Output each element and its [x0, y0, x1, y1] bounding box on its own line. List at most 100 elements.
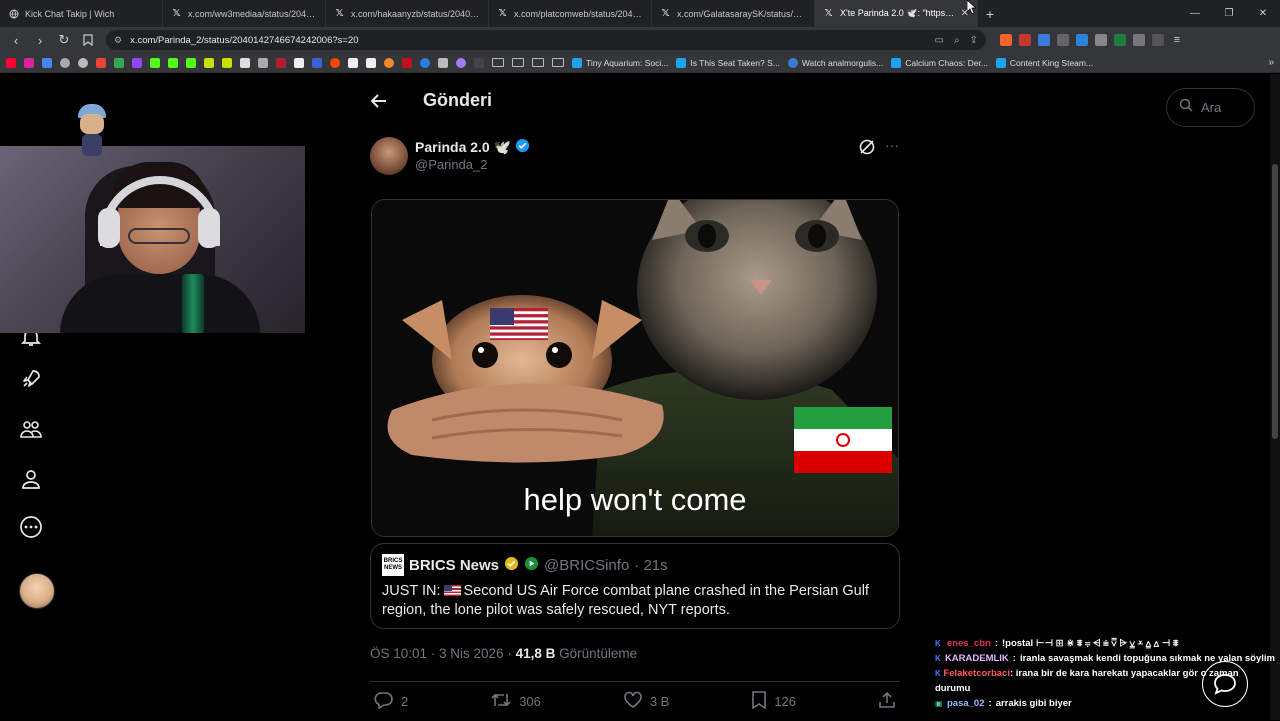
browser-tab[interactable]: 𝕏 x.com/platcomweb/status/20404000: [489, 0, 652, 27]
brave-shield-icon[interactable]: [1000, 34, 1012, 46]
bookmark-star-icon[interactable]: [78, 30, 98, 50]
post-timestamp[interactable]: ÖS 10:01 · 3 Nis 2026 ·: [370, 646, 512, 661]
webcam-overlay: [0, 146, 305, 333]
chat-bubble-icon[interactable]: [1202, 661, 1248, 707]
bookmark-site-icon[interactable]: [42, 57, 52, 68]
scrollbar[interactable]: [1270, 74, 1280, 720]
menu-icon[interactable]: ≡: [1171, 34, 1183, 46]
search-icon: [1179, 98, 1193, 117]
folder-icon[interactable]: [532, 58, 544, 67]
like-button[interactable]: 3 B: [623, 691, 669, 712]
mascot-face: [80, 114, 104, 134]
bookmark-item[interactable]: Calcium Chaos: Der...: [891, 57, 988, 68]
gmail-icon[interactable]: [96, 57, 106, 68]
x-logo-icon: 𝕏: [661, 8, 670, 19]
extension-icon[interactable]: [1095, 34, 1107, 46]
back-arrow-icon[interactable]: [368, 90, 390, 112]
twitch-icon[interactable]: [132, 57, 142, 68]
search-input[interactable]: Ara: [1166, 88, 1255, 127]
kick-icon[interactable]: [186, 57, 196, 68]
bookmark-site-icon[interactable]: [258, 57, 268, 68]
drive-icon[interactable]: [114, 57, 124, 68]
reload-icon[interactable]: ↻: [54, 30, 74, 50]
account-avatar[interactable]: [19, 573, 55, 609]
youtube-icon[interactable]: [6, 57, 16, 68]
bookmark-site-icon[interactable]: [348, 57, 358, 68]
site-settings-icon[interactable]: ⚙: [114, 35, 122, 46]
iran-flag-icon: [794, 407, 892, 473]
extension-icon[interactable]: [1076, 34, 1088, 46]
extensions-puzzle-icon[interactable]: [1133, 34, 1145, 46]
reply-button[interactable]: 2: [374, 691, 408, 712]
extension-icon[interactable]: [1114, 34, 1126, 46]
quoted-post[interactable]: BRICS NEWS BRICS News @BRICSinfo · 21s J…: [370, 543, 900, 629]
kick-icon[interactable]: [150, 57, 160, 68]
bookmark-site-icon[interactable]: [456, 57, 466, 68]
image-caption: help won't come: [523, 482, 747, 517]
post-image[interactable]: help won't come: [371, 199, 899, 537]
zoom-icon[interactable]: ⌕: [954, 35, 960, 46]
bookmark-site-icon[interactable]: [204, 57, 214, 68]
communities-icon[interactable]: [16, 414, 46, 444]
bookmark-item[interactable]: Content King Steam...: [995, 57, 1093, 68]
quoted-post-header: BRICS NEWS BRICS News @BRICSinfo · 21s: [382, 554, 888, 576]
sidebar-icon[interactable]: [1152, 34, 1164, 46]
bookmark-site-icon[interactable]: [474, 57, 484, 68]
kick-icon[interactable]: [168, 57, 178, 68]
extension-icon[interactable]: [1038, 34, 1050, 46]
bookmark-item[interactable]: Is This Seat Taken? S...: [676, 57, 780, 68]
bookmark-item[interactable]: Watch analmorgulis...: [787, 57, 883, 68]
bookmark-site-icon[interactable]: [60, 57, 70, 68]
browser-tab[interactable]: 𝕏 x.com/ww3mediaa/status/2040121556: [163, 0, 326, 27]
instagram-icon[interactable]: [24, 57, 34, 68]
forward-arrow-icon[interactable]: ›: [30, 30, 50, 50]
anchor-icon[interactable]: [240, 57, 250, 68]
browser-tab-active[interactable]: 𝕏 X'te Parinda 2.0 🕊️: "https://t.co/ ✕: [815, 0, 978, 27]
bookmark-site-icon[interactable]: [420, 57, 430, 68]
browser-tab[interactable]: 𝕏 x.com/GalatasaraySK/status/20404560: [652, 0, 815, 27]
browser-tab[interactable]: 𝕏 x.com/hakaanyzb/status/2040137756: [326, 0, 489, 27]
more-circle-icon[interactable]: [16, 512, 46, 542]
extension-icon[interactable]: [1057, 34, 1069, 46]
folder-icon[interactable]: [512, 58, 524, 67]
bookmark-site-icon[interactable]: [384, 57, 394, 68]
share-icon[interactable]: ⇪: [970, 35, 978, 46]
author-name[interactable]: Parinda 2.0 🕊️: [415, 138, 530, 156]
scrollbar-thumb[interactable]: [1272, 164, 1278, 439]
amazon-icon[interactable]: [366, 57, 376, 68]
x-logo-icon[interactable]: [294, 57, 304, 68]
profile-icon[interactable]: [16, 464, 46, 494]
more-options-icon[interactable]: ···: [883, 138, 901, 156]
share-button[interactable]: [878, 691, 896, 712]
extension-icon[interactable]: [1019, 34, 1031, 46]
reddit-icon[interactable]: [330, 57, 340, 68]
bookmark-site-icon[interactable]: [222, 57, 232, 68]
bookmark-site-icon[interactable]: [438, 57, 448, 68]
tab-title: Kick Chat Takip | Wich: [25, 8, 115, 19]
rocket-icon[interactable]: [16, 364, 46, 394]
author-handle[interactable]: @Parinda_2: [415, 157, 487, 172]
browser-tab[interactable]: Kick Chat Takip | Wich: [0, 0, 163, 27]
bookmark-button[interactable]: 126: [751, 691, 796, 712]
close-window-icon[interactable]: ✕: [1246, 0, 1280, 27]
address-bar[interactable]: ⚙ x.com/Parinda_2/status/204014274667424…: [106, 30, 986, 50]
folder-icon[interactable]: [552, 58, 564, 67]
back-arrow-icon[interactable]: ‹: [6, 30, 26, 50]
bookmark-item[interactable]: Tiny Aquarium: Soci...: [572, 57, 668, 68]
cast-icon[interactable]: ▭: [935, 35, 944, 46]
minimize-icon[interactable]: —: [1178, 0, 1212, 27]
restore-icon[interactable]: ❐: [1212, 0, 1246, 27]
folder-icon[interactable]: [492, 58, 504, 67]
new-tab-button[interactable]: +: [978, 0, 1002, 27]
browser-toolbar: ‹ › ↻ ⚙ x.com/Parinda_2/status/204014274…: [0, 27, 1280, 53]
author-avatar[interactable]: [370, 137, 408, 175]
grok-icon[interactable]: [858, 138, 876, 156]
more-bookmarks-icon[interactable]: »: [1268, 57, 1274, 68]
bookmark-site-icon[interactable]: [276, 57, 286, 68]
logo-text: NEWS: [384, 565, 402, 571]
bookmark-site-icon[interactable]: [78, 57, 88, 68]
repost-button[interactable]: 306: [490, 691, 541, 712]
chat-username: pasa_02: [947, 698, 985, 709]
bookmark-site-icon[interactable]: [312, 57, 322, 68]
bookmark-site-icon[interactable]: [402, 57, 412, 68]
